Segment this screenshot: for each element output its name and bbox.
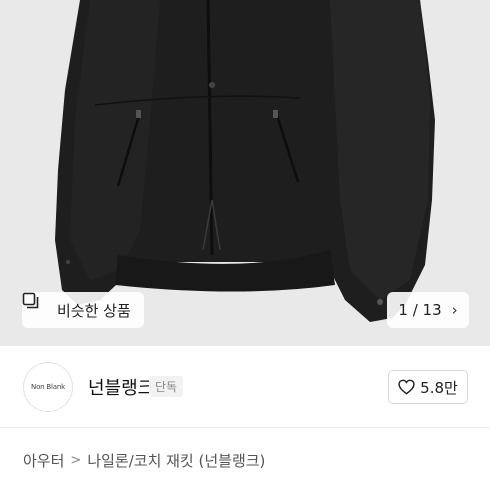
chevron-right-icon: > (70, 453, 82, 468)
product-image[interactable]: 비슷한 상품 1 / 13 › (0, 0, 490, 346)
brand-logo-text: Non Blank (31, 383, 65, 391)
image-pager[interactable]: 1 / 13 › (387, 292, 469, 328)
pager-total: 13 (422, 301, 442, 319)
brand-logo[interactable]: Non Blank (23, 362, 73, 412)
chevron-right-icon: › (451, 301, 458, 319)
breadcrumb-subcategory[interactable]: 나일론/코치 재킷 (넌블랭크) (87, 450, 265, 471)
similar-products-button[interactable]: 비슷한 상품 (22, 292, 144, 328)
breadcrumb: 아우터 > 나일론/코치 재킷 (넌블랭크) (23, 450, 265, 471)
similar-items-icon (22, 292, 51, 319)
pager-separator: / (412, 301, 418, 319)
brand-name[interactable]: 넌블랭크 (88, 374, 154, 400)
heart-icon (398, 379, 415, 395)
similar-products-label: 비슷한 상품 (57, 301, 131, 320)
like-count: 5.8만 (420, 378, 458, 397)
pager-current: 1 (398, 301, 408, 319)
product-title-cropped (23, 483, 273, 490)
like-button[interactable]: 5.8만 (388, 370, 468, 404)
exclusive-badge: 단독 (149, 376, 184, 397)
pager-counter: 1 / 13 (398, 301, 441, 319)
breadcrumb-category[interactable]: 아우터 (23, 450, 64, 471)
brand-row: Non Blank 넌블랭크 단독 5.8만 (0, 346, 490, 428)
